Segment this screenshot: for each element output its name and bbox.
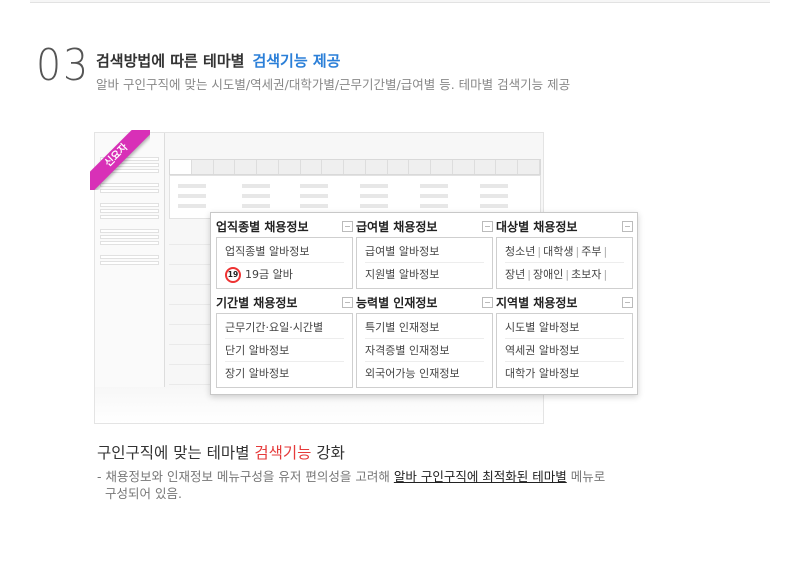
collapse-icon[interactable]	[622, 220, 633, 232]
corner-ribbon: 신요자	[90, 130, 150, 190]
category-salary: 급여별 채용정보 급여별 알바정보 지원별 알바정보	[356, 215, 493, 289]
target-row-2: 장년 | 장애인 | 초보자 |	[505, 268, 608, 281]
collapse-icon[interactable]	[342, 296, 353, 308]
category-job-type: 업직종별 채용정보 업직종별 알바정보 19 19금 알바	[216, 215, 353, 289]
category-region: 지역별 채용정보 시도별 알바정보 역세권 알바정보 대학가 알바정보	[496, 291, 633, 388]
category-title: 급여별 채용정보	[356, 219, 438, 234]
category-link[interactable]: 대학가 알바정보	[505, 362, 624, 385]
age-19-icon: 19	[225, 267, 241, 283]
category-link[interactable]: 급여별 알바정보	[365, 240, 484, 263]
theme-search-popup: 업직종별 채용정보 업직종별 알바정보 19 19금 알바 급여별 채용정보 급여…	[210, 212, 638, 395]
target-link[interactable]: 주부	[581, 245, 601, 258]
target-link[interactable]: 초보자	[571, 268, 601, 281]
headline-accent: 검색기능	[254, 444, 312, 462]
category-title: 기간별 채용정보	[216, 295, 298, 310]
category-target: 대상별 채용정보 청소년 | 대학생 | 주부 | 장년 | 장애인 | 초보자 |	[496, 215, 633, 289]
section-title-text: 검색방법에 따른 테마별	[96, 52, 245, 70]
section-title: 검색방법에 따른 테마별 검색기능 제공	[96, 50, 340, 71]
category-title: 지역별 채용정보	[496, 295, 578, 310]
category-link[interactable]: 장기 알바정보	[225, 362, 344, 385]
category-link[interactable]: 역세권 알바정보	[505, 339, 624, 362]
category-link[interactable]: 특기별 인재정보	[365, 316, 484, 339]
category-link[interactable]: 자격증별 인재정보	[365, 339, 484, 362]
category-link[interactable]: 지원별 알바정보	[365, 263, 484, 286]
target-link[interactable]: 대학생	[543, 245, 573, 258]
category-link[interactable]: 단기 알바정보	[225, 339, 344, 362]
category-link[interactable]: 외국어가능 인재정보	[365, 362, 484, 385]
category-link[interactable]: 근무기간·요일·시간별	[225, 316, 344, 339]
top-divider	[30, 0, 770, 3]
category-ability: 능력별 인재정보 특기별 인재정보 자격증별 인재정보 외국어가능 인재정보	[356, 291, 493, 388]
category-link-adult[interactable]: 19 19금 알바	[225, 263, 344, 286]
category-title: 업직종별 채용정보	[216, 219, 309, 234]
mock-region-tabs	[169, 159, 541, 175]
section-number: 03	[36, 40, 90, 91]
collapse-icon[interactable]	[342, 220, 353, 232]
target-row-1: 청소년 | 대학생 | 주부 |	[505, 240, 624, 263]
category-link[interactable]: 시도별 알바정보	[505, 316, 624, 339]
footer-description: - 채용정보와 인재정보 메뉴구성을 유저 편의성을 고려해 알바 구인구직에 …	[97, 469, 606, 501]
footer-headline: 구인구직에 맞는 테마별 검색기능 강화	[97, 444, 345, 462]
collapse-icon[interactable]	[622, 296, 633, 308]
category-title: 대상별 채용정보	[496, 219, 578, 234]
collapse-icon[interactable]	[482, 220, 493, 232]
section-title-accent: 검색기능 제공	[252, 52, 341, 70]
ribbon-label: 신요자	[90, 130, 150, 190]
desc-highlight: 알바 구인구직에 최적화된 테마별	[393, 469, 567, 484]
target-link[interactable]: 장애인	[533, 268, 563, 281]
target-link[interactable]: 장년	[505, 268, 525, 281]
collapse-icon[interactable]	[482, 296, 493, 308]
target-link[interactable]: 청소년	[505, 245, 535, 258]
category-title: 능력별 인재정보	[356, 295, 438, 310]
section-subtitle: 알바 구인구직에 맞는 시도별/역세권/대학가별/근무기간별/급여별 등. 테마…	[96, 77, 571, 92]
category-period: 기간별 채용정보 근무기간·요일·시간별 단기 알바정보 장기 알바정보	[216, 291, 353, 388]
category-link[interactable]: 업직종별 알바정보	[225, 240, 344, 263]
